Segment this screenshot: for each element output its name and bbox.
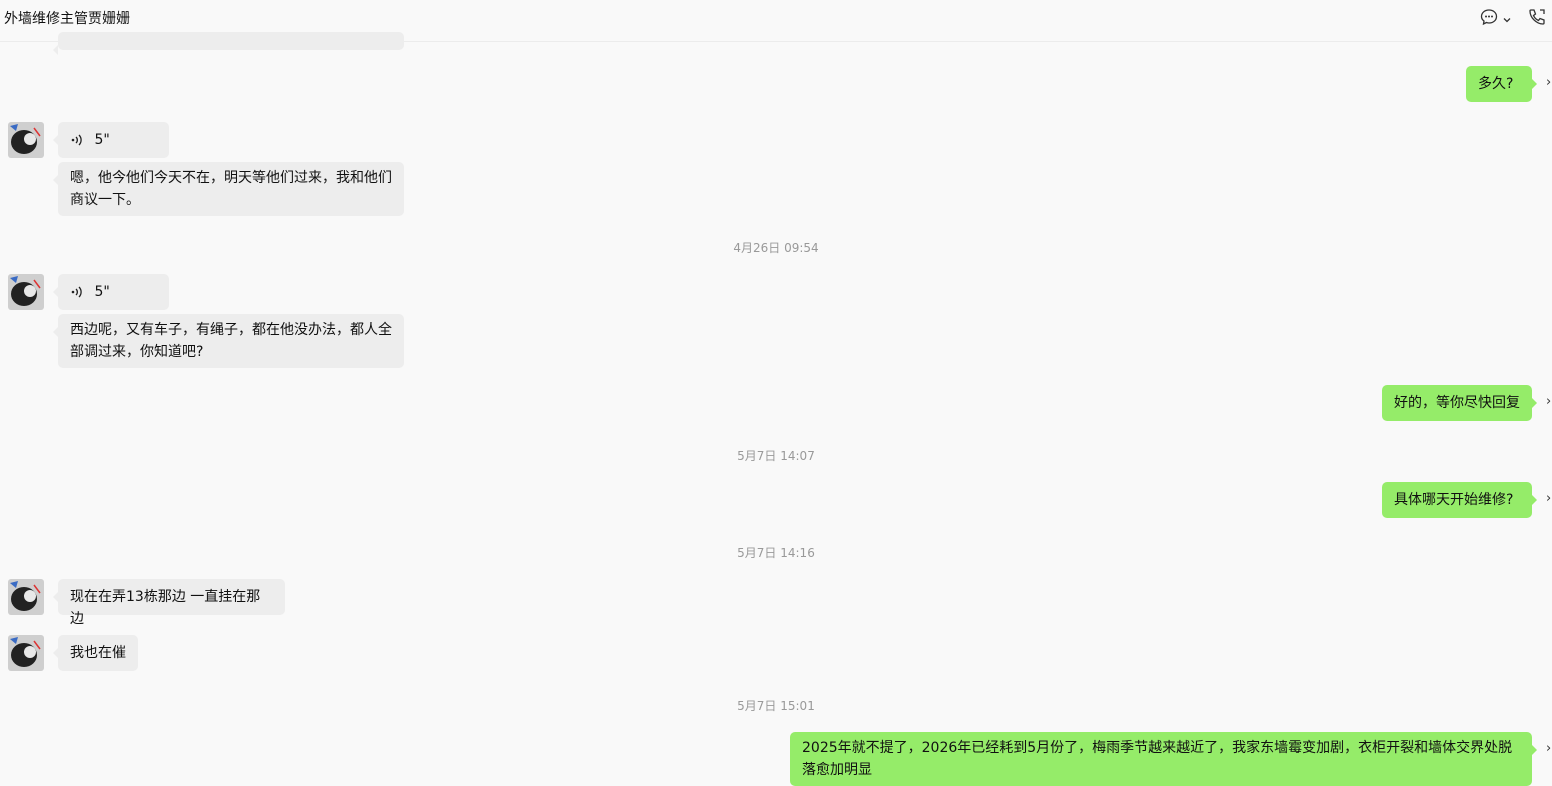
message-bubble-incoming[interactable]: 现在在弄13栋那边 一直挂在那边 [53, 579, 285, 627]
voice-duration: 5" [94, 284, 110, 300]
message-status-indicator: › [1546, 741, 1552, 756]
message-status-indicator: › [1546, 491, 1552, 506]
message-bubble-outgoing[interactable]: 多久? [1466, 66, 1537, 102]
avatar[interactable] [8, 579, 44, 615]
phone-icon[interactable] [1528, 8, 1548, 30]
message-text: 2025年就不提了，2026年已经耗到5月份了，梅雨季节越来越近了，我家东墙霉变… [802, 740, 1513, 778]
avatar[interactable] [8, 122, 44, 158]
timestamp: 5月7日 14:16 [737, 546, 815, 560]
avatar[interactable] [8, 274, 44, 310]
message-bubble-incoming[interactable]: 我也在催 [53, 635, 138, 671]
timestamp: 4月26日 09:54 [733, 241, 819, 255]
voice-icon [70, 132, 84, 154]
message-text: 嗯，他今他们今天不在，明天等他们过来，我和他们商议一下。 [70, 170, 392, 208]
chat-title: 外墙维修主管贾姗姗 [4, 11, 130, 27]
chevron-down-icon[interactable] [1502, 10, 1512, 29]
voice-duration: 5" [94, 132, 110, 148]
voice-message-bubble[interactable]: 5" [53, 274, 169, 310]
timestamp: 5月7日 15:01 [737, 699, 815, 713]
chat-icon[interactable] [1480, 8, 1498, 30]
message-text: 好的，等你尽快回复 [1394, 395, 1520, 411]
message-bubble-partial[interactable] [53, 32, 404, 55]
message-text: 现在在弄13栋那边 一直挂在那边 [70, 589, 261, 627]
message-text: 具体哪天开始维修? [1394, 492, 1514, 508]
message-text: 多久? [1478, 76, 1514, 92]
message-bubble-outgoing[interactable]: 好的，等你尽快回复 [1382, 385, 1537, 421]
message-list[interactable]: 多久? › 5" 嗯，他今他们今天不在，明天等他们过来，我和他们商议一下。 4月… [0, 32, 1552, 786]
message-bubble-incoming[interactable]: 西边呢，又有车子，有绳子，都在他没办法，都人全部调过来，你知道吧? [53, 314, 404, 368]
message-status-indicator: › [1546, 394, 1552, 409]
timestamp: 5月7日 14:07 [737, 449, 815, 463]
message-status-indicator: › [1546, 75, 1552, 90]
message-bubble-outgoing[interactable]: 2025年就不提了，2026年已经耗到5月份了，梅雨季节越来越近了，我家东墙霉变… [790, 732, 1537, 786]
message-text: 我也在催 [70, 645, 126, 661]
message-bubble-outgoing[interactable]: 具体哪天开始维修? [1382, 482, 1537, 518]
message-text: 西边呢，又有车子，有绳子，都在他没办法，都人全部调过来，你知道吧? [70, 322, 392, 360]
avatar[interactable] [8, 635, 44, 671]
voice-message-bubble[interactable]: 5" [53, 122, 169, 158]
message-bubble-incoming[interactable]: 嗯，他今他们今天不在，明天等他们过来，我和他们商议一下。 [53, 162, 404, 216]
voice-icon [70, 284, 84, 306]
